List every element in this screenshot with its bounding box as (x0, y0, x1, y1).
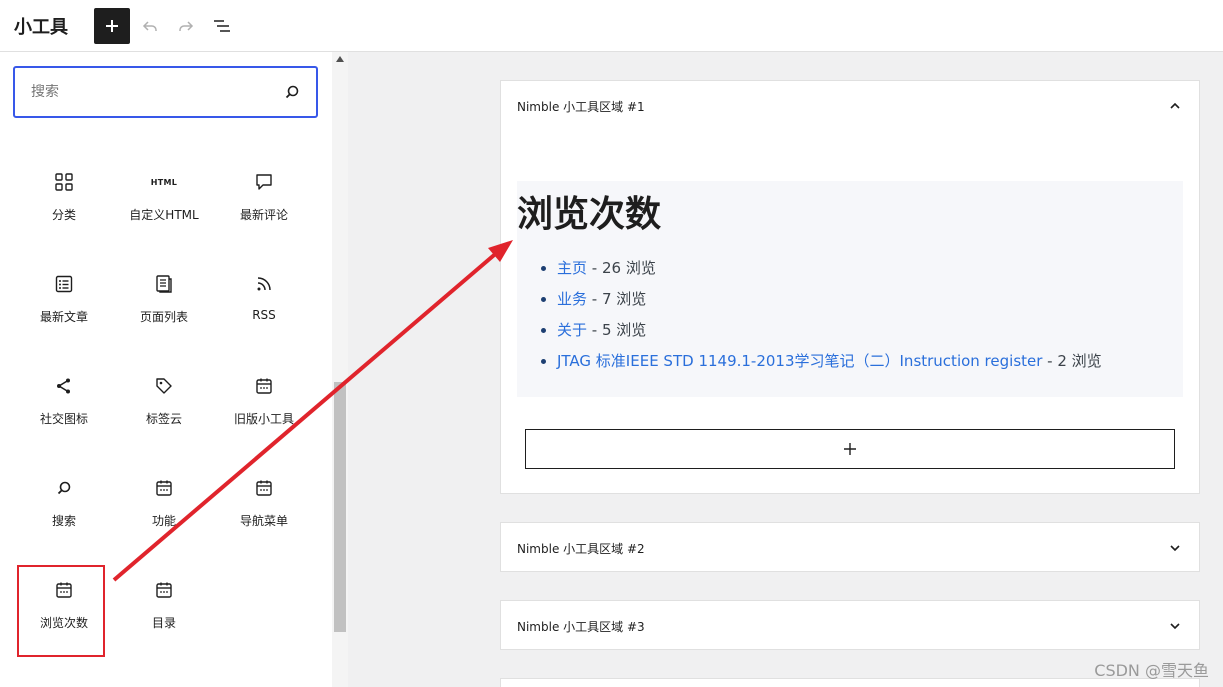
view-count: - 2 浏览 (1042, 352, 1102, 370)
block-inserter-panel: 分类 HTML 自定义HTML 最新评论 最新文章 页面列表 (0, 52, 348, 687)
redo-button[interactable] (168, 8, 204, 44)
list-item: JTAG 标准IEEE STD 1149.1-2013学习笔记（二）Instru… (557, 350, 1102, 381)
tag-icon (152, 374, 176, 398)
html-icon: HTML (150, 177, 178, 187)
search-icon (52, 476, 76, 500)
chevron-up-icon[interactable] (1167, 98, 1183, 114)
comment-icon (252, 170, 276, 194)
block-search (13, 66, 318, 118)
chevron-down-icon[interactable] (1167, 540, 1183, 556)
block-label: 最新评论 (239, 208, 288, 222)
widget-area-title: Nimble 小工具区域 #2 (517, 541, 645, 556)
undo-icon (142, 20, 157, 31)
block-rss[interactable]: RSS (214, 262, 314, 364)
calendar-icon (252, 374, 276, 398)
page-title: 小工具 (14, 16, 68, 38)
top-toolbar: 小工具 (0, 0, 1223, 52)
block-meta[interactable]: 功能 (114, 466, 214, 568)
chevron-down-icon[interactable] (1167, 618, 1183, 634)
share-icon (52, 374, 76, 398)
widget-area-2[interactable]: Nimble 小工具区域 #2 (500, 522, 1200, 572)
list-item: 关于 - 5 浏览 (557, 319, 1102, 350)
block-legacy-widget[interactable]: 旧版小工具 (214, 364, 314, 466)
search-icon[interactable] (282, 82, 302, 102)
list-item: 主页 - 26 浏览 (557, 257, 1102, 288)
block-label: 导航菜单 (239, 514, 288, 528)
block-latest-posts[interactable]: 最新文章 (14, 262, 114, 364)
widget-area-1: Nimble 小工具区域 #1 浏览次数 主页 - 26 浏览 业务 - 7 浏… (500, 80, 1200, 494)
block-categories[interactable]: 分类 (14, 160, 114, 262)
widget-area-2-header[interactable]: Nimble 小工具区域 #2 (501, 523, 1199, 573)
widget-area-title: Nimble 小工具区域 #1 (517, 99, 645, 114)
block-custom-html[interactable]: HTML 自定义HTML (114, 160, 214, 262)
add-block-toggle-button[interactable] (94, 7, 130, 44)
widget-area-3[interactable]: Nimble 小工具区域 #3 (500, 600, 1200, 650)
categories-icon (52, 170, 76, 194)
block-grid: 分类 HTML 自定义HTML 最新评论 最新文章 页面列表 RSS 社交图标 … (14, 160, 314, 670)
block-table-of-contents[interactable]: 目录 (114, 568, 214, 670)
calendar-icon (152, 578, 176, 602)
pages-icon (152, 272, 176, 296)
undo-button[interactable] (132, 8, 168, 44)
block-page-views[interactable]: 浏览次数 (14, 565, 114, 670)
block-label: 浏览次数 (39, 616, 88, 630)
post-link[interactable]: JTAG 标准IEEE STD 1149.1-2013学习笔记（二）Instru… (557, 352, 1042, 370)
plus-icon (106, 19, 118, 32)
sidebar-scrollbar[interactable] (332, 52, 348, 687)
block-label: 分类 (51, 208, 76, 222)
view-count: - 26 浏览 (587, 259, 656, 277)
block-label: 搜索 (51, 514, 76, 528)
plus-icon (844, 443, 856, 455)
block-label: 标签云 (145, 412, 182, 426)
search-input[interactable] (31, 84, 282, 100)
block-label: 功能 (151, 514, 176, 528)
page-views-widget[interactable]: 浏览次数 主页 - 26 浏览 业务 - 7 浏览 关于 - 5 浏览 JTAG… (517, 181, 1183, 397)
widget-area-3-header[interactable]: Nimble 小工具区域 #3 (501, 601, 1199, 651)
block-latest-comments[interactable]: 最新评论 (214, 160, 314, 262)
block-social-icons[interactable]: 社交图标 (14, 364, 114, 466)
widget-heading: 浏览次数 (517, 194, 662, 235)
scroll-up-arrow[interactable] (336, 56, 344, 62)
scroll-thumb[interactable] (334, 382, 346, 632)
calendar-icon (52, 578, 76, 602)
list-item: 业务 - 7 浏览 (557, 288, 1102, 319)
block-label: 社交图标 (39, 412, 88, 426)
list-view-icon (214, 19, 230, 32)
block-navigation-menu[interactable]: 导航菜单 (214, 466, 314, 568)
block-label: 页面列表 (139, 310, 188, 324)
block-page-list[interactable]: 页面列表 (114, 262, 214, 364)
post-link[interactable]: 主页 (557, 259, 587, 277)
view-count: - 7 浏览 (587, 290, 647, 308)
widget-area-title: Nimble 小工具区域 #3 (517, 619, 645, 634)
calendar-icon (252, 476, 276, 500)
block-tag-cloud[interactable]: 标签云 (114, 364, 214, 466)
watermark: CSDN @雪天鱼 (1094, 661, 1209, 680)
block-label: 目录 (151, 616, 176, 630)
post-list-icon (52, 272, 76, 296)
add-block-button[interactable] (525, 429, 1175, 469)
block-search-widget[interactable]: 搜索 (14, 466, 114, 568)
block-label: 最新文章 (39, 310, 88, 324)
block-label: 旧版小工具 (233, 412, 294, 426)
view-count: - 5 浏览 (587, 321, 647, 339)
rss-icon (252, 272, 276, 296)
calendar-icon (152, 476, 176, 500)
post-link[interactable]: 业务 (557, 290, 587, 308)
redo-icon (179, 20, 194, 31)
widget-area-1-header[interactable]: Nimble 小工具区域 #1 (501, 81, 1199, 131)
page-views-list: 主页 - 26 浏览 业务 - 7 浏览 关于 - 5 浏览 JTAG 标准IE… (557, 257, 1102, 381)
list-view-button[interactable] (204, 8, 240, 44)
block-label: 自定义HTML (129, 208, 199, 222)
post-link[interactable]: 关于 (557, 321, 587, 339)
block-label: RSS (252, 308, 276, 322)
